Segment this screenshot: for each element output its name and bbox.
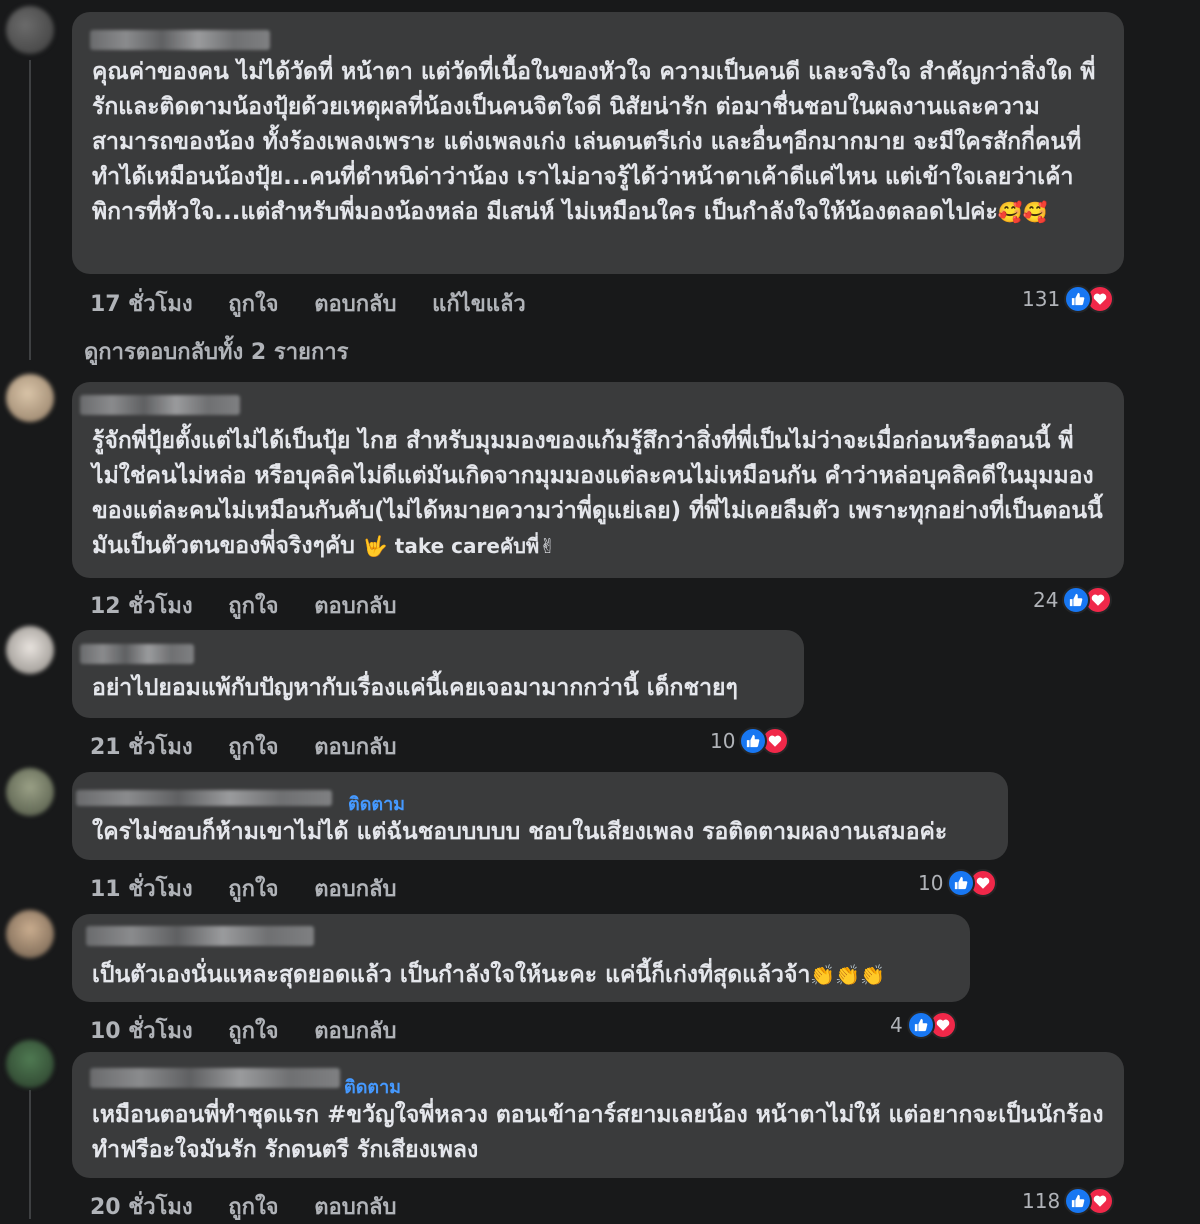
reply-button[interactable]: ตอบกลับ (314, 594, 396, 619)
comment-meta: 17 ชั่วโมง ถูกใจ ตอบกลับ แก้ไขแล้ว (90, 286, 554, 321)
follow-button[interactable]: ติดตาม (348, 789, 405, 818)
like-button[interactable]: ถูกใจ (228, 735, 278, 760)
comment-meta: 11 ชั่วโมง ถูกใจ ตอบกลับ (90, 871, 424, 906)
like-button[interactable]: ถูกใจ (228, 594, 278, 619)
comment-text: อย่าไปยอมแพ้กับปัญหากับเรื่องแค่นี้เคยเจ… (92, 675, 738, 701)
edited-label: แก้ไขแล้ว (432, 292, 526, 317)
comment-meta: 10 ชั่วโมง ถูกใจ ตอบกลับ (90, 1013, 424, 1048)
reaction-count: 10 (918, 871, 944, 895)
commenter-name[interactable] (86, 926, 314, 946)
like-button[interactable]: ถูกใจ (228, 1195, 278, 1220)
clapping-hands-icon: 👏👏👏 (810, 963, 886, 987)
reply-button[interactable]: ตอบกลับ (314, 1019, 396, 1044)
follow-button[interactable]: ติดตาม (344, 1072, 401, 1101)
reaction-summary[interactable]: 10 (918, 867, 998, 899)
thumbs-up-icon (906, 1011, 935, 1039)
view-replies-link[interactable]: ดูการตอบกลับทั้ง 2 รายการ (84, 334, 348, 369)
reaction-count: 4 (890, 1013, 903, 1037)
commenter-name[interactable] (80, 395, 240, 415)
reaction-summary[interactable]: 118 (1022, 1185, 1115, 1217)
reaction-summary[interactable]: 4 (890, 1009, 957, 1041)
comment-text: เหมือนตอนพี่ทำชุดแรก #ขวัญใจพี่หลวง ตอนเ… (92, 1102, 1112, 1163)
thread-line (29, 1090, 31, 1219)
avatar[interactable] (6, 1040, 54, 1088)
avatar[interactable] (6, 6, 54, 54)
comment-meta: 21 ชั่วโมง ถูกใจ ตอบกลับ (90, 729, 424, 764)
avatar[interactable] (6, 768, 54, 816)
reply-button[interactable]: ตอบกลับ (314, 735, 396, 760)
reaction-count: 10 (710, 729, 736, 753)
comment-text: คุณค่าของคน ไม่ได้วัดที่ หน้าตา แต่วัดที… (92, 59, 1096, 225)
like-button[interactable]: ถูกใจ (228, 1019, 278, 1044)
avatar[interactable] (6, 626, 54, 674)
thumbs-up-icon (1064, 1187, 1093, 1215)
comment-text: ใครไม่ชอบก็ห้ามเขาไม่ได้ แต่ฉันชอบบบบบ ช… (92, 819, 948, 845)
like-button[interactable]: ถูกใจ (228, 877, 278, 902)
thumbs-up-icon (1064, 285, 1093, 313)
commenter-name[interactable] (80, 644, 194, 664)
reaction-summary[interactable]: 131 (1022, 283, 1115, 315)
like-button[interactable]: ถูกใจ (228, 292, 278, 317)
reply-button[interactable]: ตอบกลับ (314, 292, 396, 317)
thumbs-up-icon (1062, 586, 1091, 614)
reply-button[interactable]: ตอบกลับ (314, 877, 396, 902)
timestamp[interactable]: 10 ชั่วโมง (90, 1019, 193, 1044)
timestamp[interactable]: 17 ชั่วโมง (90, 292, 193, 317)
comment-meta: 12 ชั่วโมง ถูกใจ ตอบกลับ (90, 588, 424, 623)
commenter-name[interactable] (90, 1068, 340, 1088)
thumbs-up-icon (739, 727, 768, 755)
timestamp[interactable]: 12 ชั่วโมง (90, 594, 193, 619)
timestamp[interactable]: 20 ชั่วโมง (90, 1195, 193, 1220)
commenter-name[interactable] (76, 790, 332, 806)
avatar[interactable] (6, 374, 54, 422)
reaction-count: 131 (1022, 287, 1061, 311)
reply-button[interactable]: ตอบกลับ (314, 1195, 396, 1220)
reaction-count: 118 (1022, 1189, 1061, 1213)
avatar[interactable] (6, 910, 54, 958)
rock-hand-icon: 🤟 take careคับพี่✌ (362, 534, 556, 558)
timestamp[interactable]: 21 ชั่วโมง (90, 735, 193, 760)
commenter-name[interactable] (90, 30, 270, 50)
reaction-summary[interactable]: 24 (1033, 584, 1113, 616)
timestamp[interactable]: 11 ชั่วโมง (90, 877, 193, 902)
comment-text: เป็นตัวเองนั่นแหละสุดยอดแล้ว เป็นกำลังใจ… (92, 962, 886, 988)
thread-line (29, 60, 31, 360)
reaction-summary[interactable]: 10 (710, 725, 790, 757)
comment-text: รู้จักพี่ปุ้ยตั้งแต่ไม่ได้เป็นปุ้ย ไกฮ ส… (92, 428, 1111, 559)
smiling-face-with-hearts-icon: 🥰🥰 (997, 200, 1048, 224)
thumbs-up-icon (947, 869, 976, 897)
reaction-count: 24 (1033, 588, 1059, 612)
